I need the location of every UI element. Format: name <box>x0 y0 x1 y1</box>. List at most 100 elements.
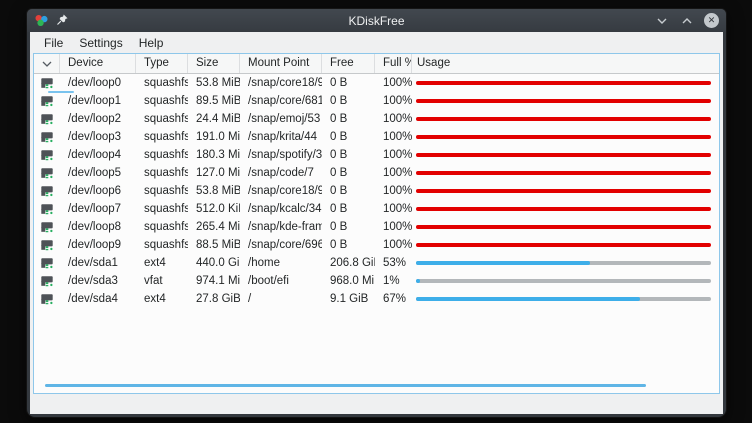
header-usage[interactable]: Usage <box>412 54 719 73</box>
table-row[interactable]: /dev/loop4 squashfs 180.3 MiB /snap/spot… <box>34 146 719 164</box>
header-mount-point[interactable]: Mount Point <box>240 54 322 73</box>
usage-bar-track <box>416 189 711 193</box>
cell-device: /dev/loop9 <box>60 239 136 251</box>
cell-device: /dev/loop1 <box>60 95 136 107</box>
cell-device: /dev/sda4 <box>60 293 136 305</box>
cell-mount-point: /boot/efi <box>240 275 322 287</box>
usage-bar-fill <box>416 261 590 265</box>
usage-bar-fill <box>416 135 711 139</box>
disk-device-icon <box>40 274 54 288</box>
cell-free: 0 B <box>322 131 375 143</box>
menu-file[interactable]: File <box>36 34 71 52</box>
table-row[interactable]: /dev/sda1 ext4 440.0 GiB /home 206.8 GiB… <box>34 254 719 272</box>
menu-settings[interactable]: Settings <box>71 34 130 52</box>
table-row[interactable]: /dev/loop6 squashfs 53.8 MiB /snap/core1… <box>34 182 719 200</box>
app-icon[interactable] <box>34 13 49 28</box>
cell-size: 512.0 KiB <box>188 203 240 215</box>
cell-size: 127.0 MiB <box>188 167 240 179</box>
usage-bar-fill <box>416 99 711 103</box>
cell-device: /dev/loop8 <box>60 221 136 233</box>
table-row[interactable]: /dev/sda3 vfat 974.1 MiB /boot/efi 968.0… <box>34 272 719 290</box>
focus-underline <box>48 91 74 93</box>
usage-bar-fill <box>416 279 420 283</box>
cell-free: 206.8 GiB <box>322 257 375 269</box>
table-row[interactable]: /dev/loop7 squashfs 512.0 KiB /snap/kcal… <box>34 200 719 218</box>
table-row[interactable]: /dev/loop1 squashfs 89.5 MiB /snap/core/… <box>34 92 719 110</box>
pin-icon[interactable] <box>56 13 71 28</box>
cell-device: /dev/loop2 <box>60 113 136 125</box>
cell-size: 265.4 MiB <box>188 221 240 233</box>
usage-bar-fill <box>416 225 711 229</box>
cell-free: 0 B <box>322 203 375 215</box>
table-row[interactable]: /dev/loop9 squashfs 88.5 MiB /snap/core/… <box>34 236 719 254</box>
usage-bar-track <box>416 99 711 103</box>
cell-mount-point: /snap/kde-frame... <box>240 221 322 233</box>
disk-table: Device Type Size Mount Point Free Full %… <box>33 53 720 394</box>
cell-type: squashfs <box>136 149 188 161</box>
usage-bar-fill <box>416 81 711 85</box>
cell-full-pct: 53% <box>375 257 412 269</box>
table-row[interactable]: /dev/sda4 ext4 27.8 GiB / 9.1 GiB 67% <box>34 290 719 308</box>
usage-bar-track <box>416 207 711 211</box>
cell-size: 89.5 MiB <box>188 95 240 107</box>
cell-full-pct: 67% <box>375 293 412 305</box>
chevron-down-icon <box>42 61 52 67</box>
cell-type: squashfs <box>136 167 188 179</box>
cell-full-pct: 100% <box>375 113 412 125</box>
cell-device: /dev/loop3 <box>60 131 136 143</box>
usage-bar-track <box>416 297 711 301</box>
cell-full-pct: 100% <box>375 149 412 161</box>
cell-device: /dev/loop4 <box>60 149 136 161</box>
header-full-pct[interactable]: Full % <box>375 54 412 73</box>
table-row[interactable]: /dev/loop8 squashfs 265.4 MiB /snap/kde-… <box>34 218 719 236</box>
cell-free: 0 B <box>322 167 375 179</box>
cell-free: 0 B <box>322 149 375 161</box>
cell-type: squashfs <box>136 203 188 215</box>
cell-size: 974.1 MiB <box>188 275 240 287</box>
cell-device: /dev/sda3 <box>60 275 136 287</box>
cell-device: /dev/loop0 <box>60 77 136 89</box>
cell-type: vfat <box>136 275 188 287</box>
close-icon: ✕ <box>708 16 716 25</box>
usage-bar-track <box>416 279 711 283</box>
cell-full-pct: 100% <box>375 239 412 251</box>
titlebar[interactable]: KDiskFree ✕ <box>27 9 726 32</box>
header-free[interactable]: Free <box>322 54 375 73</box>
header-device[interactable]: Device <box>60 54 136 73</box>
cell-free: 9.1 GiB <box>322 293 375 305</box>
cell-type: squashfs <box>136 113 188 125</box>
disk-device-icon <box>40 94 54 108</box>
close-button[interactable]: ✕ <box>704 13 719 28</box>
cell-type: squashfs <box>136 221 188 233</box>
header-sort-column[interactable] <box>34 54 60 73</box>
disk-device-icon <box>40 292 54 306</box>
cell-type: ext4 <box>136 257 188 269</box>
cell-full-pct: 100% <box>375 203 412 215</box>
usage-bar-fill <box>416 189 711 193</box>
menu-help[interactable]: Help <box>131 34 172 52</box>
maximize-button[interactable] <box>679 13 694 28</box>
usage-bar-track <box>416 135 711 139</box>
cell-full-pct: 100% <box>375 167 412 179</box>
table-row[interactable]: /dev/loop3 squashfs 191.0 MiB /snap/krit… <box>34 128 719 146</box>
header-size[interactable]: Size <box>188 54 240 73</box>
cell-full-pct: 100% <box>375 131 412 143</box>
cell-size: 180.3 MiB <box>188 149 240 161</box>
cell-mount-point: /snap/core/6818 <box>240 95 322 107</box>
table-body: /dev/loop0 squashfs 53.8 MiB /snap/core1… <box>34 74 719 308</box>
table-row[interactable]: /dev/loop0 squashfs 53.8 MiB /snap/core1… <box>34 74 719 92</box>
header-type[interactable]: Type <box>136 54 188 73</box>
cell-size: 53.8 MiB <box>188 185 240 197</box>
disk-device-icon <box>40 220 54 234</box>
table-row[interactable]: /dev/loop5 squashfs 127.0 MiB /snap/code… <box>34 164 719 182</box>
window-title: KDiskFree <box>27 14 726 28</box>
usage-bar-track <box>416 153 711 157</box>
cell-type: squashfs <box>136 131 188 143</box>
horizontal-scrollbar[interactable] <box>45 384 646 387</box>
usage-bar-track <box>416 261 711 265</box>
usage-bar-track <box>416 171 711 175</box>
cell-free: 0 B <box>322 239 375 251</box>
minimize-button[interactable] <box>654 13 669 28</box>
cell-mount-point: /snap/core18/970 <box>240 185 322 197</box>
table-row[interactable]: /dev/loop2 squashfs 24.4 MiB /snap/emoj/… <box>34 110 719 128</box>
